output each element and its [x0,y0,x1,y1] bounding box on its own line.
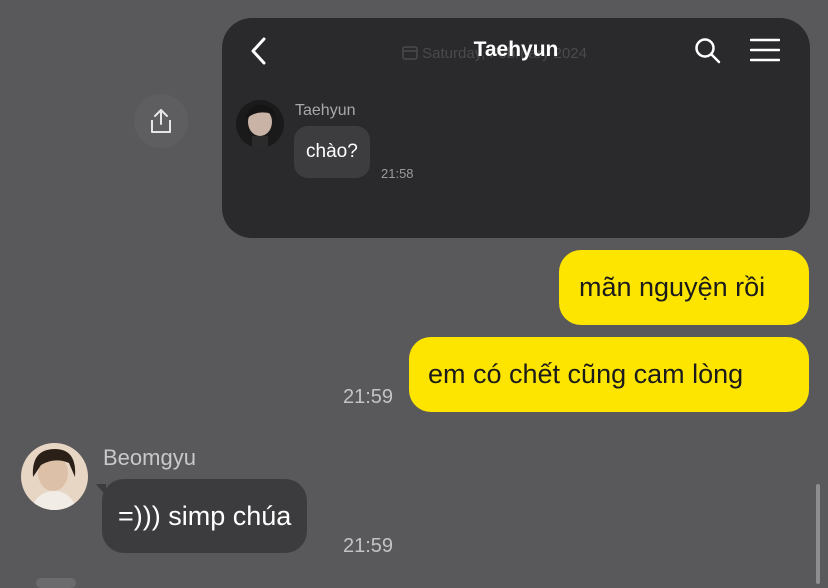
outgoing-message-bubble[interactable]: em có chết cũng cam lòng [409,337,809,412]
shared-chat-screenshot[interactable]: Saturday, February 2024 Taehyun Taehyun … [222,18,810,238]
avatar-photo [236,100,284,148]
sender-name: Beomgyu [103,445,196,470]
incoming-message-bubble[interactable]: =))) simp chúa [102,479,308,553]
card-header: Saturday, February 2024 Taehyun [222,18,810,82]
message-bubble[interactable]: chào? [294,126,370,178]
hamburger-menu-icon [750,38,780,62]
incoming-message-time: 21:59 [343,535,394,557]
message-time: 21:58 [381,166,414,181]
share-button[interactable] [134,94,188,148]
share-upload-icon [151,109,171,133]
outgoing-message-bubble[interactable]: mãn nguyện rồi [559,250,809,325]
next-message-peek [36,578,76,588]
sender-name: Taehyun [295,102,356,119]
outgoing-message-time: 21:59 [343,386,394,408]
avatar-photo [21,443,88,510]
search-icon [695,38,721,64]
avatar[interactable] [21,443,88,510]
scrollbar[interactable] [816,484,820,584]
avatar [236,100,284,148]
